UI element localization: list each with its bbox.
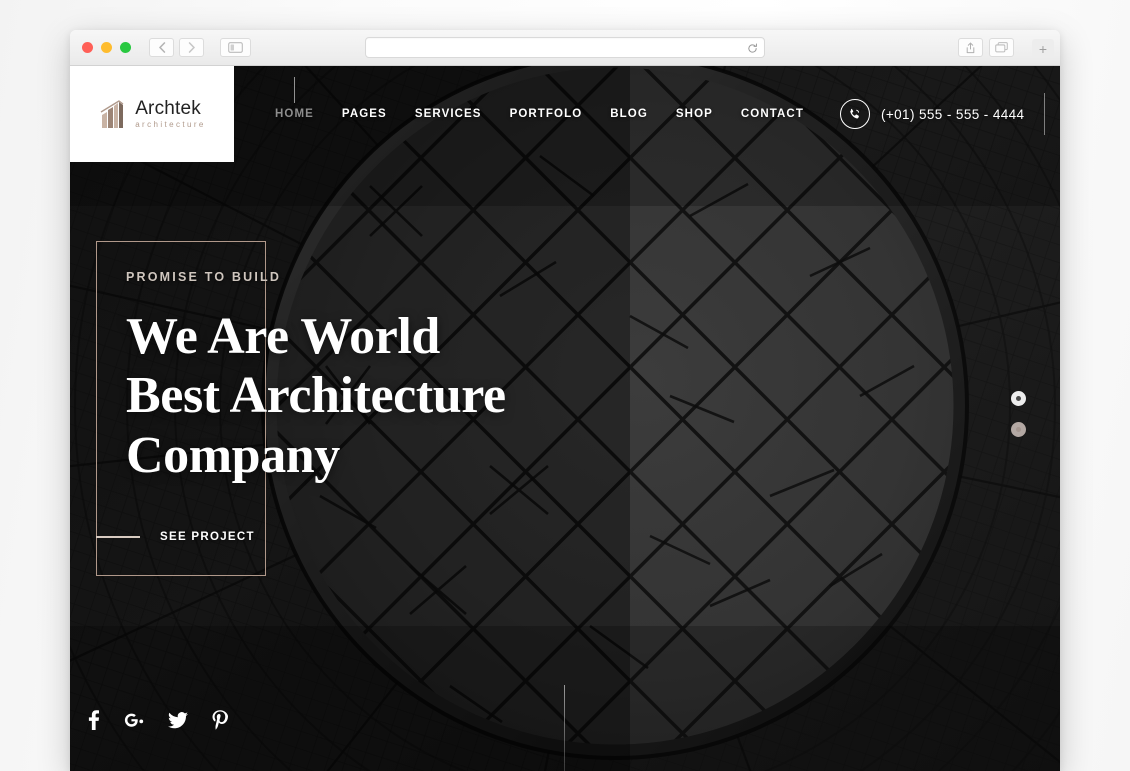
site-header: Archtek architecture HOME PAGES SERVICES… bbox=[70, 66, 1060, 162]
facebook-icon[interactable] bbox=[88, 710, 100, 735]
nav-item-contact[interactable]: CONTACT bbox=[727, 108, 818, 120]
hero-title-line-2: Best Architecture bbox=[126, 367, 506, 425]
slider-pagination bbox=[1011, 391, 1026, 437]
logo-panel[interactable]: Archtek architecture bbox=[70, 66, 234, 162]
phone-number: (+01) 555 - 555 - 4444 bbox=[880, 106, 1025, 122]
back-button[interactable] bbox=[149, 38, 174, 57]
social-links bbox=[88, 710, 229, 735]
minimize-window-button[interactable] bbox=[101, 42, 112, 53]
nav-item-pages[interactable]: PAGES bbox=[328, 108, 401, 120]
hero-title-line-3: Company bbox=[126, 426, 340, 484]
see-project-dash bbox=[96, 536, 140, 538]
screenshot-root: + Archtek architecture HOME PAGES SERVIC… bbox=[0, 0, 1130, 771]
phone-icon bbox=[839, 99, 870, 129]
search-button[interactable] bbox=[1045, 99, 1060, 130]
nav-item-portfolio[interactable]: PORTFOLO bbox=[496, 108, 597, 120]
header-nav-area: HOME PAGES SERVICES PORTFOLO BLOG SHOP C… bbox=[234, 66, 1060, 162]
reload-icon[interactable] bbox=[747, 41, 758, 59]
nav-item-blog[interactable]: BLOG bbox=[596, 108, 662, 120]
header-phone-block[interactable]: (+01) 555 - 555 - 4444 bbox=[839, 99, 1025, 129]
building-logo-icon bbox=[98, 99, 126, 129]
nav-item-shop[interactable]: SHOP bbox=[662, 108, 727, 120]
see-project-label: SEE PROJECT bbox=[160, 531, 255, 543]
maximize-window-button[interactable] bbox=[120, 42, 131, 53]
nav-item-home[interactable]: HOME bbox=[261, 77, 328, 120]
logo-subtitle: architecture bbox=[135, 120, 206, 129]
see-project-button[interactable]: SEE PROJECT bbox=[96, 531, 255, 543]
slider-dot-2[interactable] bbox=[1011, 422, 1026, 437]
browser-right-buttons bbox=[958, 38, 1014, 57]
sidebar-toggle-icon[interactable] bbox=[220, 38, 251, 57]
forward-button[interactable] bbox=[179, 38, 204, 57]
share-icon[interactable] bbox=[958, 38, 983, 57]
browser-window: + Archtek architecture HOME PAGES SERVIC… bbox=[70, 30, 1060, 771]
tab-overview-icon[interactable] bbox=[989, 38, 1014, 57]
nav-item-services[interactable]: SERVICES bbox=[401, 108, 496, 120]
hero-title-line-1: We Are World bbox=[126, 308, 440, 365]
website-viewport: Archtek architecture HOME PAGES SERVICES… bbox=[70, 66, 1060, 771]
hero-eyebrow: PROMISE TO BUILD bbox=[126, 270, 282, 284]
twitter-icon[interactable] bbox=[168, 711, 188, 734]
address-bar-container bbox=[365, 37, 765, 58]
browser-nav-buttons bbox=[149, 38, 251, 57]
main-navigation: HOME PAGES SERVICES PORTFOLO BLOG SHOP C… bbox=[261, 77, 818, 120]
scroll-indicator-line bbox=[564, 685, 565, 771]
hero-title: We Are World Best Architecture Company bbox=[126, 307, 566, 485]
slider-dot-1[interactable] bbox=[1011, 391, 1026, 406]
pinterest-icon[interactable] bbox=[212, 710, 229, 735]
address-bar[interactable] bbox=[365, 37, 765, 58]
google-plus-icon[interactable] bbox=[124, 710, 144, 735]
logo-name: Archtek bbox=[135, 98, 202, 119]
window-traffic-lights bbox=[82, 42, 131, 53]
close-window-button[interactable] bbox=[82, 42, 93, 53]
hero-content: PROMISE TO BUILD We Are World Best Archi… bbox=[126, 270, 566, 485]
new-tab-button[interactable]: + bbox=[1032, 39, 1054, 58]
browser-titlebar: + bbox=[70, 30, 1060, 66]
